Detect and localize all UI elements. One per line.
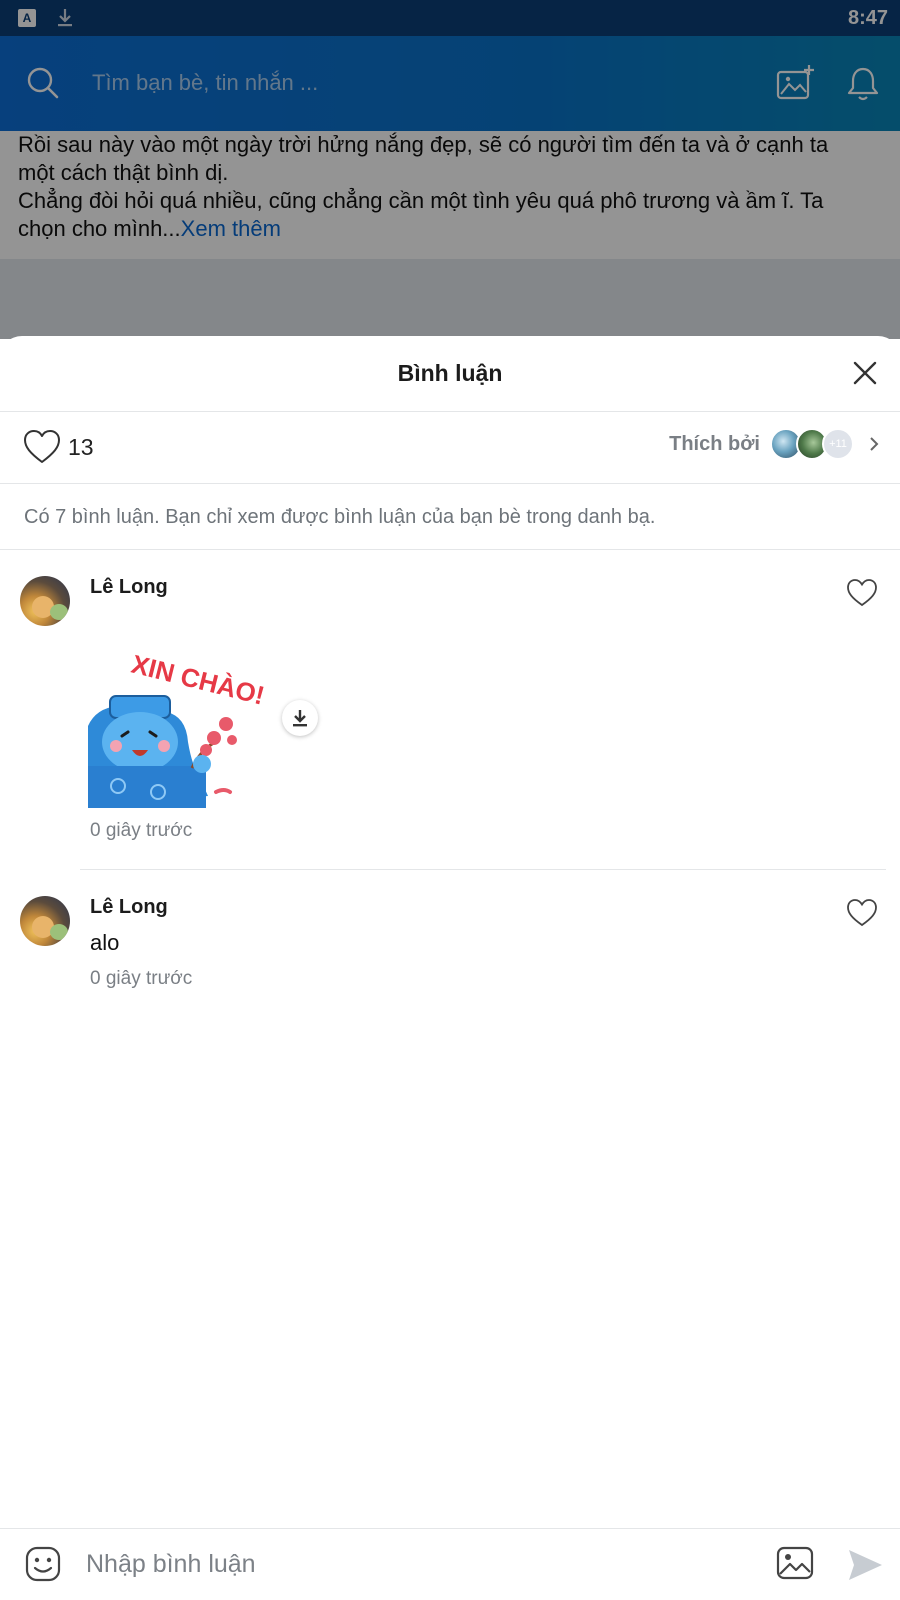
avatar[interactable] xyxy=(20,576,70,626)
image-icon[interactable] xyxy=(776,1545,814,1581)
send-icon[interactable] xyxy=(846,1547,884,1583)
comments-sheet: Bình luận 13 Thích bởi +11 Có 7 bình luậ… xyxy=(0,336,900,1600)
download-sticker-button[interactable] xyxy=(282,700,318,736)
modal-overlay[interactable] xyxy=(0,0,900,339)
comment-input[interactable] xyxy=(86,1543,726,1585)
sticker-image[interactable]: XIN CHÀO! xyxy=(88,646,268,808)
heart-icon[interactable] xyxy=(846,898,878,928)
comment-item: Lê Long alo 0 giây trước xyxy=(0,870,900,1010)
more-likers-badge: +11 xyxy=(822,428,854,460)
comment-item: Lê Long XIN CHÀO! 0 giây trước xyxy=(0,550,900,870)
avatar[interactable] xyxy=(20,896,70,946)
comment-author[interactable]: Lê Long xyxy=(90,576,168,599)
comment-input-bar xyxy=(0,1528,900,1600)
heart-icon[interactable] xyxy=(22,428,62,466)
like-count: 13 xyxy=(68,434,94,460)
liked-by-label: Thích bởi xyxy=(669,432,760,455)
likes-row: 13 Thích bởi +11 xyxy=(0,412,900,484)
comment-time: 0 giây trước xyxy=(90,968,193,989)
comment-text: alo xyxy=(90,930,120,955)
chevron-right-icon xyxy=(870,437,879,451)
comments-notice: Có 7 bình luận. Bạn chỉ xem được bình lu… xyxy=(0,484,900,550)
sheet-title: Bình luận xyxy=(397,360,503,386)
download-icon xyxy=(293,710,307,727)
liked-by-button[interactable]: Thích bởi +11 xyxy=(669,428,882,460)
heart-icon[interactable] xyxy=(846,578,878,608)
comment-author[interactable]: Lê Long xyxy=(90,896,168,919)
comment-time: 0 giây trước xyxy=(90,820,193,841)
emoji-icon[interactable] xyxy=(24,1545,62,1583)
sheet-header: Bình luận xyxy=(0,336,900,412)
close-icon[interactable] xyxy=(846,354,884,392)
